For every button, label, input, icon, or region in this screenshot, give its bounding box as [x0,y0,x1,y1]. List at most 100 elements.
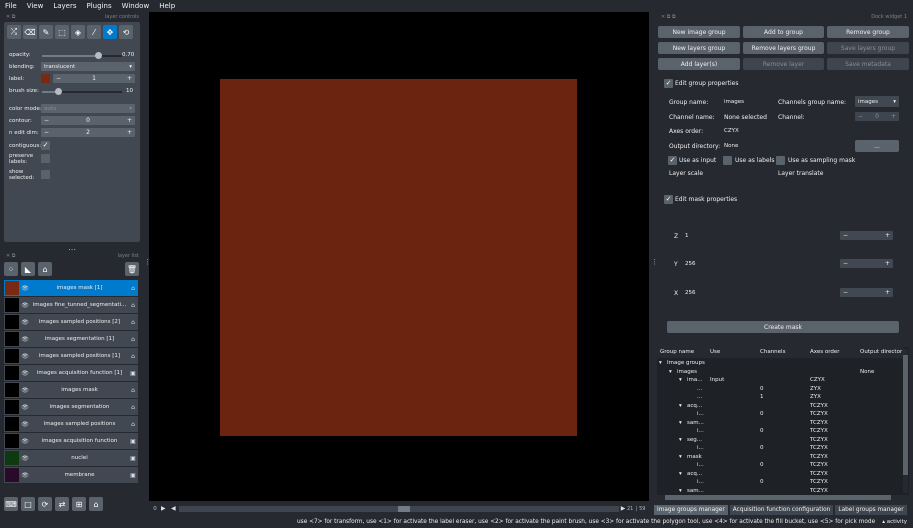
output-dir-input[interactable]: None [721,141,851,151]
eraser-icon[interactable]: ⌫ [23,25,37,39]
menu-layers[interactable]: Layers [48,2,81,10]
tree-column-header[interactable]: Output director [860,349,902,355]
contiguous-checkbox[interactable]: ✓ [41,141,50,150]
visibility-eye-icon[interactable]: 👁 [19,421,31,428]
mask-z-spinbox[interactable]: − + [840,231,893,240]
menu-plugins[interactable]: Plugins [82,2,117,10]
dims-slider[interactable] [179,505,619,512]
preserve-labels-checkbox[interactable] [41,154,50,163]
channel-spinbox[interactable]: − 0 + [855,112,899,121]
remove-layer-button[interactable]: Remove layer [743,58,824,70]
label-spinbox[interactable]: − 1 + [53,74,135,83]
visibility-eye-icon[interactable]: 👁 [19,404,31,411]
plus-icon[interactable]: + [127,75,132,82]
create-mask-button[interactable]: Create mask [667,321,899,333]
expand-arrow-icon[interactable]: ▾ [679,471,682,477]
new-image-group-button[interactable]: New image group [658,26,740,38]
visibility-eye-icon[interactable]: 👁 [19,455,31,462]
new-points-icon[interactable]: ⁘ [4,262,18,276]
add-layers-button[interactable]: Add layer(s) [658,58,740,70]
n-edit-dim-spinbox[interactable]: − 2 + [41,128,135,137]
plus-icon[interactable]: + [891,113,896,120]
tree-scrollbar[interactable] [903,349,908,493]
shuffle-colors-icon[interactable]: ⤮ [7,25,21,39]
save-metadata-button[interactable]: Save metadata [827,58,909,70]
tree-column-header[interactable]: Channels [760,349,785,355]
remove-group-button[interactable]: Remove group [827,26,909,38]
transform-icon[interactable]: ⟲ [119,25,133,39]
layer-row[interactable]: 👁 images acquisition function [1] ▣ [4,365,138,381]
menu-view[interactable]: View [22,2,49,10]
label-color-swatch[interactable] [41,74,50,83]
visibility-eye-icon[interactable]: 👁 [19,387,31,394]
viewer-canvas[interactable] [149,12,649,501]
paint-brush-icon[interactable]: ✎ [39,25,53,39]
dock-close-icon[interactable]: ✕ ⧉ ⧉ [661,14,676,20]
plus-icon[interactable]: + [885,289,890,296]
activity-button[interactable]: ▴ activity [882,519,907,525]
channels-group-select[interactable]: images ▾ [855,96,899,107]
color-picker-icon[interactable]: ⁄ [87,25,101,39]
polygon-icon[interactable]: ⬚ [55,25,69,39]
visibility-eye-icon[interactable]: 👁 [19,353,31,360]
minus-icon[interactable]: − [56,75,61,82]
opacity-slider[interactable] [42,52,122,59]
visibility-eye-icon[interactable]: 👁 [19,472,31,479]
fill-bucket-icon[interactable]: ◈ [71,25,85,39]
browse-button[interactable]: ... [855,140,899,152]
tree-hscrollbar[interactable] [657,495,909,500]
step-back-icon[interactable]: ◀ [171,505,179,512]
show-selected-checkbox[interactable] [41,170,50,179]
blending-select[interactable]: translucent ▾ [41,62,135,71]
layer-row[interactable]: 👁 images sampled positions [2] ⌂ [4,314,138,330]
layer-row[interactable]: 👁 images acquisition function ▣ [4,433,138,449]
tree-hscroll-handle[interactable] [665,495,891,500]
minus-icon[interactable]: − [858,113,863,120]
color-mode-select[interactable]: auto ▾ [41,104,135,113]
expand-arrow-icon[interactable]: ▾ [679,437,682,443]
mask-x-spinbox[interactable]: − + [840,288,893,297]
layer-row[interactable]: 👁 images sampled positions [1] ⌂ [4,348,138,364]
visibility-eye-icon[interactable]: 👁 [19,285,31,292]
remove-layers-group-button[interactable]: Remove layers group [743,42,824,54]
expand-arrow-icon[interactable]: ▾ [679,454,682,460]
axes-order-input[interactable]: CZYX [721,126,771,136]
minus-icon[interactable]: − [843,260,848,267]
menu-window[interactable]: Window [117,2,155,10]
dims-slider-handle[interactable] [398,505,410,512]
roll-icon[interactable]: ⟳ [38,497,52,511]
minus-icon[interactable]: − [44,117,49,124]
mask-y-input[interactable]: 256 [682,259,837,269]
expand-arrow-icon[interactable]: ▾ [679,403,682,409]
plus-icon[interactable]: + [127,117,132,124]
plus-icon[interactable]: + [127,129,132,136]
tab-acquisition-function[interactable]: Acquisition function configuration [729,505,834,515]
home-icon[interactable]: ⌂ [89,497,103,511]
ndisplay-icon[interactable]: □ [21,497,35,511]
opacity-handle[interactable] [94,52,102,59]
new-labels-icon[interactable]: ⌂ [38,262,52,276]
menu-file[interactable]: File [0,2,22,10]
expand-arrow-icon[interactable]: ▾ [679,420,682,426]
add-to-group-button[interactable]: Add to group [743,26,824,38]
contour-spinbox[interactable]: − 0 + [41,116,135,125]
play-icon[interactable]: ▶ [161,505,171,512]
layer-row[interactable]: 👁 images mask ⌂ [4,382,138,398]
layer-row[interactable]: 👁 images fine_tunned_segmentati... ⌂ [4,297,138,313]
plus-icon[interactable]: + [885,232,890,239]
edit-group-checkbox[interactable]: ✓ [664,79,673,88]
use-sampling-checkbox[interactable] [776,156,785,165]
layer-row[interactable]: 👁 images segmentation [1] ⌂ [4,331,138,347]
step-forward-icon[interactable]: ▶ [619,505,627,512]
use-input-checkbox[interactable]: ✓ [668,156,677,165]
grid-icon[interactable]: ⊞ [72,497,86,511]
expand-arrow-icon[interactable]: ▾ [679,488,682,494]
new-layers-group-button[interactable]: New layers group [658,42,740,54]
visibility-eye-icon[interactable]: 👁 [19,370,31,377]
brush-size-handle[interactable] [54,88,62,95]
group-name-input[interactable]: images [721,97,771,107]
tab-image-groups[interactable]: Image groups manager [654,505,728,515]
dock-float-icon[interactable]: ✕ ⧉ [6,14,15,20]
edit-mask-checkbox[interactable]: ✓ [664,195,673,204]
visibility-eye-icon[interactable]: 👁 [19,319,31,326]
